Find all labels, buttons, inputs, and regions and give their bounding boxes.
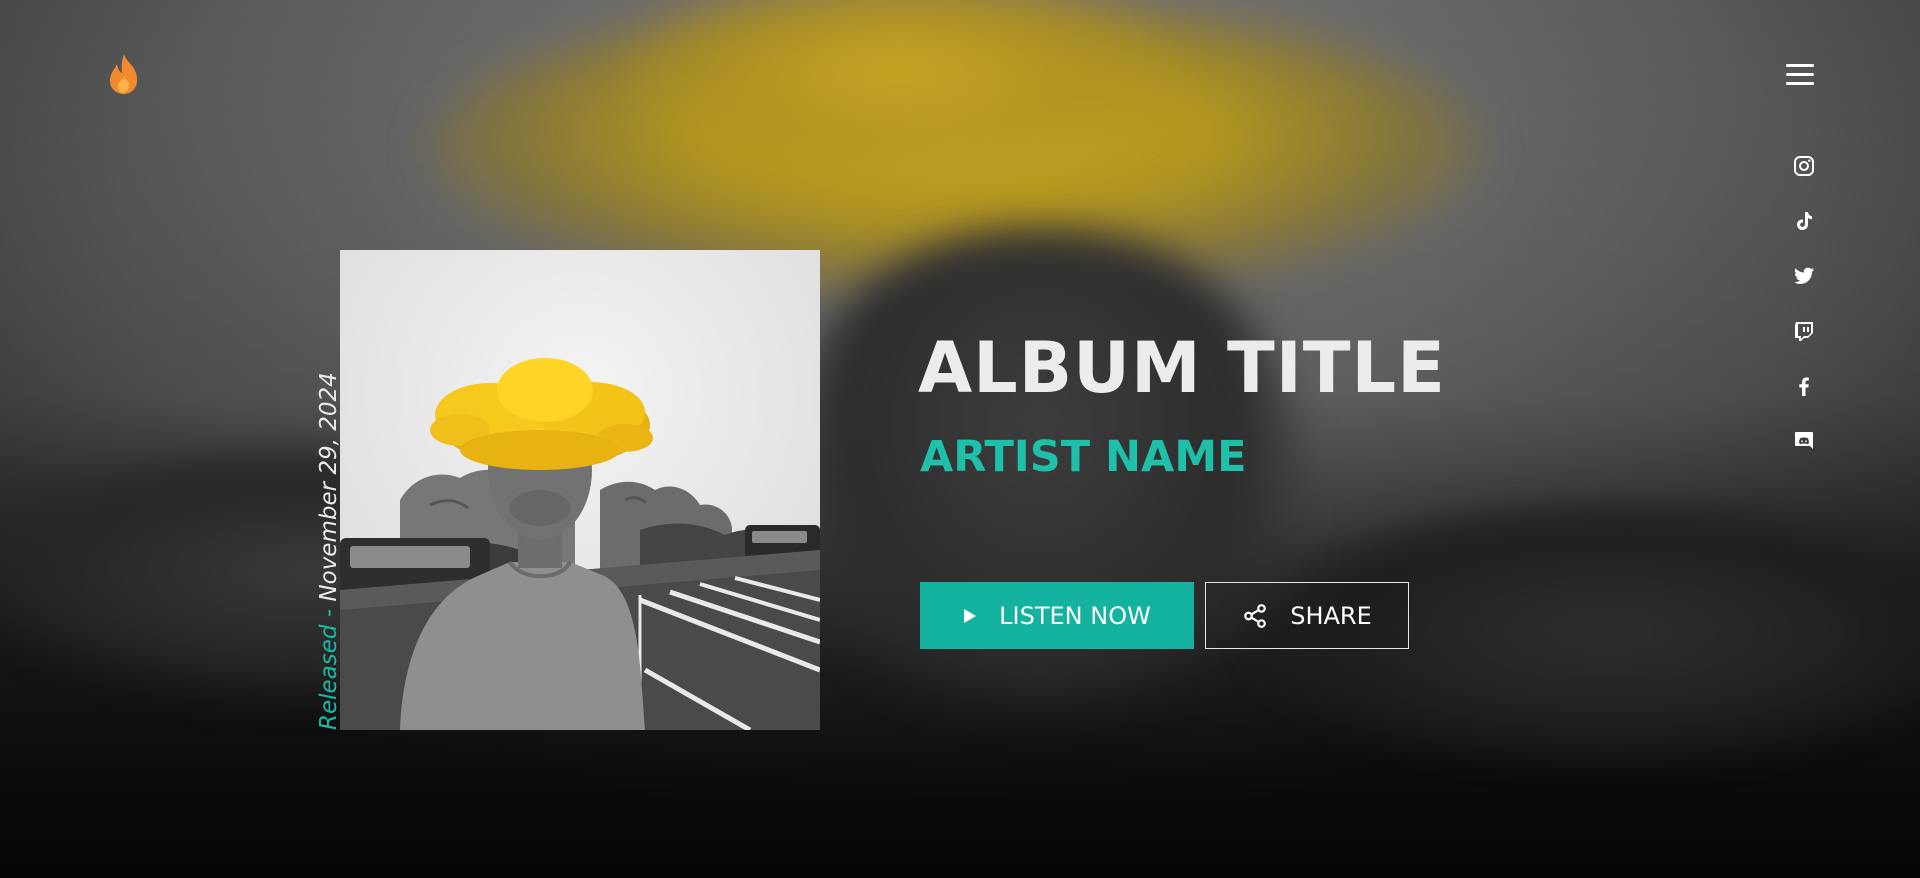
listen-now-label: LISTEN NOW (999, 601, 1151, 630)
tiktok-icon (1797, 212, 1812, 230)
menu-bar (1786, 73, 1814, 76)
listen-now-button[interactable]: LISTEN NOW (920, 582, 1194, 649)
social-links (1790, 152, 1820, 482)
release-date: November 29, 2024 (316, 372, 342, 602)
twitch-icon (1795, 322, 1813, 341)
hamburger-menu-icon[interactable] (1786, 64, 1814, 86)
play-icon (963, 608, 977, 624)
release-label: Released (316, 624, 342, 731)
menu-bar (1786, 82, 1814, 85)
facebook-link[interactable] (1790, 372, 1818, 400)
twitch-link[interactable] (1790, 317, 1818, 345)
instagram-icon (1794, 156, 1814, 176)
facebook-icon (1799, 377, 1809, 396)
discord-icon (1795, 432, 1813, 449)
twitter-link[interactable] (1790, 262, 1818, 290)
album-title: ALBUM TITLE (918, 327, 1446, 409)
tiktok-link[interactable] (1790, 207, 1818, 235)
share-icon (1242, 603, 1268, 629)
artist-name: ARTIST NAME (920, 432, 1247, 482)
twitter-icon (1794, 267, 1814, 284)
instagram-link[interactable] (1790, 152, 1818, 180)
discord-link[interactable] (1790, 427, 1818, 455)
flame-icon[interactable] (104, 52, 144, 96)
release-date-label: Released - November 29, 2024 (316, 372, 342, 731)
hero-section: Released - November 29, 2024 ALBUM TITLE… (0, 0, 1920, 878)
share-label: SHARE (1290, 601, 1372, 630)
release-separator: - (316, 601, 342, 625)
album-cover-image (340, 250, 820, 730)
menu-bar (1786, 64, 1814, 67)
share-button[interactable]: SHARE (1205, 582, 1409, 649)
